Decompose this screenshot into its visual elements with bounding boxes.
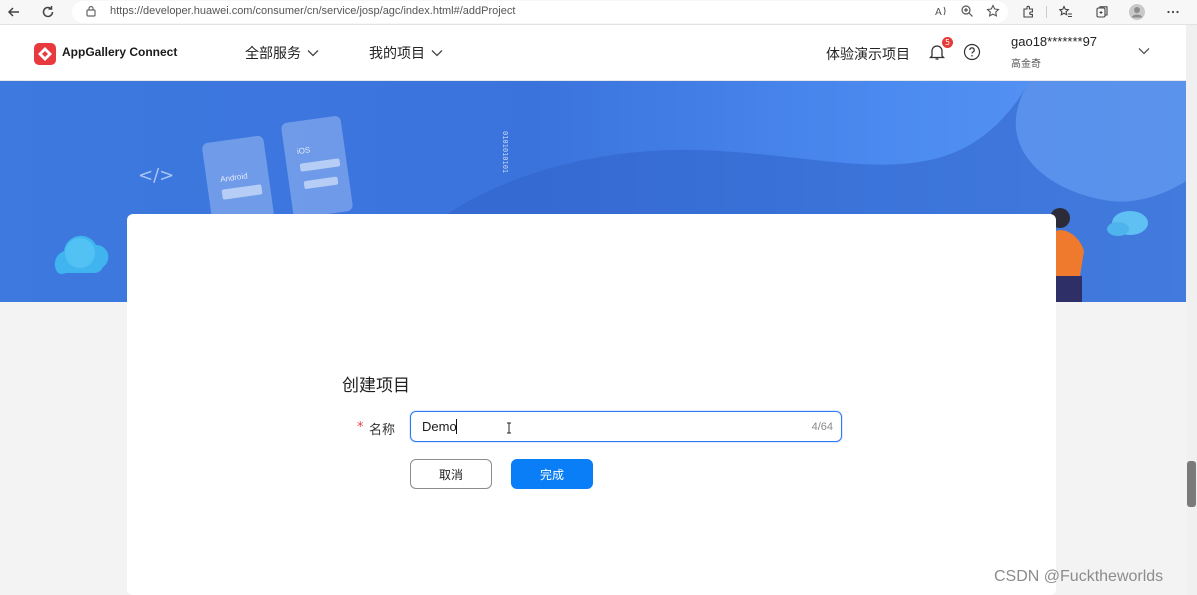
demo-project-link[interactable]: 体验演示项目 [826,44,910,64]
favorites-list-icon [1059,5,1072,18]
collections-button[interactable] [1092,2,1112,22]
profile-avatar-icon [1129,4,1145,20]
profile-button[interactable] [1127,2,1147,22]
page-scrollbar-thumb[interactable] [1187,461,1196,507]
refresh-button[interactable] [38,2,58,22]
nav-all-services-label: 全部服务 [245,46,301,62]
text-caret [456,419,457,434]
chevron-down-icon [431,50,443,57]
appgallery-logo-icon[interactable] [34,43,56,65]
done-button-label: 完成 [539,467,564,482]
page-scrollbar-track[interactable] [1186,25,1197,595]
banner-ios-label: iOS [296,145,310,156]
nav-my-projects-label: 我的项目 [369,46,425,62]
user-account-name[interactable]: gao18*******97 [1011,34,1097,49]
chevron-down-icon [307,50,319,57]
help-icon[interactable] [963,43,981,61]
favorites-button[interactable] [1056,2,1076,22]
toolbar-divider [1046,6,1047,18]
favorite-star-icon[interactable] [986,4,1000,18]
lock-icon [86,5,96,17]
project-name-value: Demo [422,419,457,434]
char-counter: 4/64 [811,421,833,433]
app-name[interactable]: AppGallery Connect [62,45,177,59]
done-button[interactable]: 完成 [511,459,593,489]
refresh-icon [42,6,54,18]
cloud-left-icon [54,235,109,274]
cancel-button[interactable]: 取消 [410,459,492,489]
notification-badge: 5 [942,37,953,48]
page-title: 创建项目 [342,376,410,396]
extensions-button[interactable] [1018,2,1038,22]
svg-text:A: A [935,7,942,18]
banner-code-tag: </> [138,165,174,186]
user-menu-chevron-icon[interactable] [1138,47,1150,55]
ibeam-cursor-icon [507,422,511,434]
cancel-button-label: 取消 [438,467,463,482]
url-text: https://developer.huawei.com/consumer/cn… [110,5,516,17]
back-button[interactable] [4,2,24,22]
address-bar[interactable]: https://developer.huawei.com/consumer/cn… [72,1,1008,23]
watermark-text: CSDN @Fucktheworlds [994,568,1164,585]
create-project-card [127,214,1056,595]
nav-all-services[interactable]: 全部服务 [245,43,319,63]
required-indicator: * [357,420,364,435]
user-display-name: 高金奇 [1011,59,1041,70]
project-name-input[interactable]: Demo 4/64 [410,411,842,442]
banner-binary-text: 0101010101 [501,131,509,173]
name-field-label: 名称 [369,423,396,438]
browser-toolbar: https://developer.huawei.com/consumer/cn… [0,0,1197,25]
back-arrow-icon [7,7,19,17]
browser-menu-button[interactable] [1163,2,1183,22]
more-dots-icon [1167,10,1179,14]
collections-icon [1096,6,1108,18]
puzzle-icon [1023,5,1033,18]
app-header: AppGallery Connect 全部服务 我的项目 体验演示项目 5 ga… [0,25,1186,81]
nav-my-projects[interactable]: 我的项目 [369,43,443,63]
zoom-icon[interactable] [960,4,974,18]
read-aloud-icon[interactable]: A [934,4,948,18]
